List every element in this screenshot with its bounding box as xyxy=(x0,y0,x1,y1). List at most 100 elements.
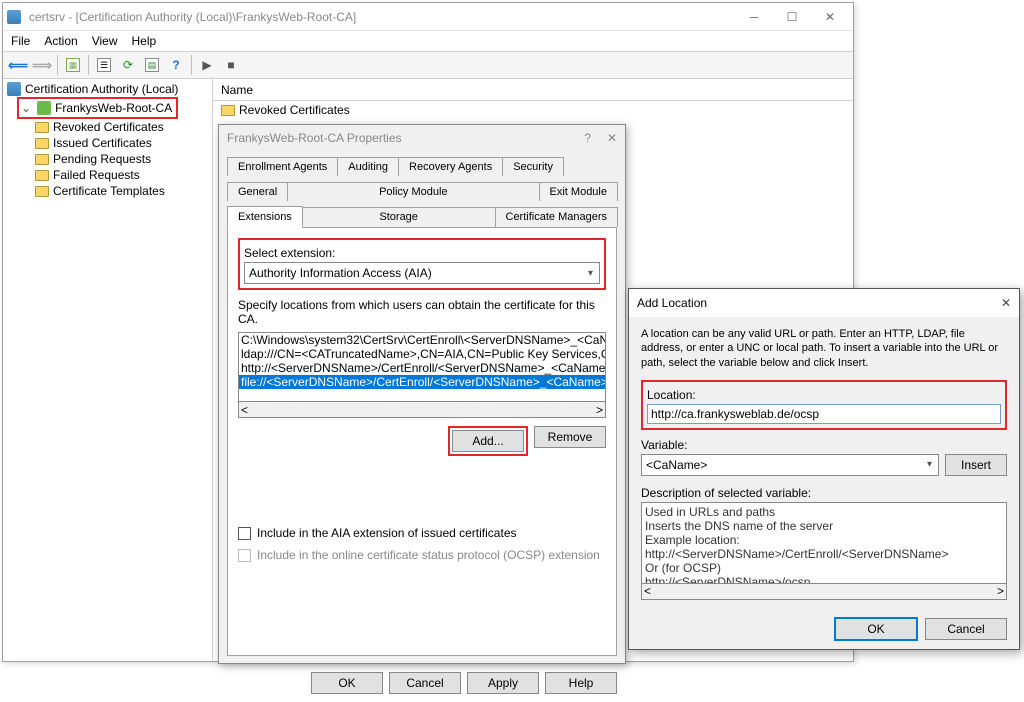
add-button-highlight: Add... xyxy=(448,426,528,456)
scroll-right-icon[interactable]: > xyxy=(997,584,1004,598)
tree-issued-label: Issued Certificates xyxy=(53,136,152,150)
insert-button[interactable]: Insert xyxy=(945,454,1007,476)
help-icon[interactable]: ? xyxy=(584,131,591,145)
refresh-icon[interactable]: ⟳ xyxy=(117,54,139,76)
include-ocsp-label: Include in the online certificate status… xyxy=(257,548,600,562)
extension-combo[interactable]: Authority Information Access (AIA) xyxy=(244,262,600,284)
ok-button[interactable]: OK xyxy=(835,618,917,640)
addloc-intro: A location can be any valid URL or path.… xyxy=(641,327,1007,370)
up-icon[interactable]: ▦ xyxy=(62,54,84,76)
forward-button[interactable]: ⟹ xyxy=(31,54,53,76)
cancel-button[interactable]: Cancel xyxy=(925,618,1007,640)
variable-combo[interactable]: <CaName> xyxy=(641,454,939,476)
scroll-right-icon[interactable]: > xyxy=(596,403,603,417)
folder-icon xyxy=(35,170,49,181)
cancel-button[interactable]: Cancel xyxy=(389,672,461,694)
tab-recovery[interactable]: Recovery Agents xyxy=(398,157,503,176)
play-icon[interactable]: ▶ xyxy=(196,54,218,76)
extension-combo-value: Authority Information Access (AIA) xyxy=(249,266,432,280)
location-item[interactable]: C:\Windows\system32\CertSrv\CertEnroll\<… xyxy=(239,333,605,347)
properties-title: FrankysWeb-Root-CA Properties xyxy=(227,131,584,145)
scroll-left-icon[interactable]: < xyxy=(241,403,248,417)
apply-button[interactable]: Apply xyxy=(467,672,539,694)
tree-templates[interactable]: Certificate Templates xyxy=(5,183,210,199)
description-scrollbar[interactable]: < > xyxy=(641,584,1007,600)
checkbox-icon[interactable] xyxy=(238,527,251,540)
ok-button[interactable]: OK xyxy=(311,672,383,694)
tree-revoked-label: Revoked Certificates xyxy=(53,120,164,134)
maximize-button[interactable]: ☐ xyxy=(773,5,811,29)
desc-line: Used in URLs and paths xyxy=(645,505,1003,519)
minimize-button[interactable]: ─ xyxy=(735,5,773,29)
properties-icon[interactable]: ☰ xyxy=(93,54,115,76)
tree-issued[interactable]: Issued Certificates xyxy=(5,135,210,151)
help-icon[interactable]: ? xyxy=(165,54,187,76)
tree-failed[interactable]: Failed Requests xyxy=(5,167,210,183)
folder-icon xyxy=(35,138,49,149)
app-icon xyxy=(7,10,21,24)
window-title: certsrv - [Certification Authority (Loca… xyxy=(25,10,735,24)
locations-scrollbar[interactable]: < > xyxy=(238,402,606,418)
ca-root-icon xyxy=(7,82,21,96)
select-extension-label: Select extension: xyxy=(244,246,600,260)
stop-icon[interactable]: ■ xyxy=(220,54,242,76)
location-item[interactable]: ldap:///CN=<CATruncatedName>,CN=AIA,CN=P… xyxy=(239,347,605,361)
include-aia-label: Include in the AIA extension of issued c… xyxy=(257,526,517,540)
location-highlight: Location: xyxy=(641,380,1007,430)
add-location-dialog: Add Location ✕ A location can be any val… xyxy=(628,288,1020,650)
desc-line: Inserts the DNS name of the server xyxy=(645,519,1003,533)
tree-pane: Certification Authority (Local) ⌄ Franky… xyxy=(3,79,213,661)
properties-titlebar: FrankysWeb-Root-CA Properties ? ✕ xyxy=(219,125,625,151)
location-item-selected[interactable]: file://<ServerDNSName>/CertEnroll/<Serve… xyxy=(239,375,605,389)
properties-buttons: OK Cancel Apply Help xyxy=(219,664,625,702)
tree-ca-label: FrankysWeb-Root-CA xyxy=(55,101,172,115)
titlebar: certsrv - [Certification Authority (Loca… xyxy=(3,3,853,31)
specify-locations-label: Specify locations from which users can o… xyxy=(238,298,606,326)
include-aia-checkbox-row[interactable]: Include in the AIA extension of issued c… xyxy=(238,526,606,540)
tree-pending[interactable]: Pending Requests xyxy=(5,151,210,167)
tree-root[interactable]: Certification Authority (Local) xyxy=(5,81,210,97)
tab-general[interactable]: General xyxy=(227,182,288,201)
export-icon[interactable]: ▤ xyxy=(141,54,163,76)
folder-icon xyxy=(35,186,49,197)
menu-help[interactable]: Help xyxy=(132,34,157,48)
tree-templates-label: Certificate Templates xyxy=(53,184,165,198)
tab-certmgr[interactable]: Certificate Managers xyxy=(495,207,619,227)
tab-exit[interactable]: Exit Module xyxy=(539,182,618,201)
extensions-tab-body: Select extension: Authority Information … xyxy=(227,228,617,656)
tab-storage[interactable]: Storage xyxy=(302,207,496,227)
menu-view[interactable]: View xyxy=(92,34,118,48)
tab-auditing[interactable]: Auditing xyxy=(337,157,399,176)
help-button[interactable]: Help xyxy=(545,672,617,694)
checkbox-icon xyxy=(238,549,251,562)
extension-select-highlight: Select extension: Authority Information … xyxy=(238,238,606,290)
description-box: Used in URLs and paths Inserts the DNS n… xyxy=(641,502,1007,584)
expand-icon[interactable]: ⌄ xyxy=(21,101,31,115)
folder-icon xyxy=(221,105,235,116)
menu-action[interactable]: Action xyxy=(44,34,77,48)
close-button[interactable]: ✕ xyxy=(811,5,849,29)
tab-extensions[interactable]: Extensions xyxy=(227,206,303,228)
list-item[interactable]: Revoked Certificates xyxy=(213,101,853,119)
tab-row-2: General Policy Module Exit Module xyxy=(227,180,617,201)
tree-revoked[interactable]: Revoked Certificates xyxy=(5,119,210,135)
folder-icon xyxy=(35,122,49,133)
scroll-left-icon[interactable]: < xyxy=(644,584,651,598)
back-button[interactable]: ⟸ xyxy=(7,54,29,76)
addloc-body: A location can be any valid URL or path.… xyxy=(629,317,1019,650)
remove-button[interactable]: Remove xyxy=(534,426,606,448)
add-button[interactable]: Add... xyxy=(452,430,524,452)
locations-listbox[interactable]: C:\Windows\system32\CertSrv\CertEnroll\<… xyxy=(238,332,606,402)
close-icon[interactable]: ✕ xyxy=(1001,296,1011,310)
location-input[interactable] xyxy=(647,404,1001,424)
tab-policy[interactable]: Policy Module xyxy=(287,182,539,201)
tab-security[interactable]: Security xyxy=(502,157,564,176)
menu-file[interactable]: File xyxy=(11,34,30,48)
tab-enrollment[interactable]: Enrollment Agents xyxy=(227,157,338,176)
tree-ca-highlight: ⌄ FrankysWeb-Root-CA xyxy=(17,97,178,119)
list-column-name[interactable]: Name xyxy=(213,79,853,101)
tab-row-1: Enrollment Agents Auditing Recovery Agen… xyxy=(227,155,617,176)
close-icon[interactable]: ✕ xyxy=(607,131,617,145)
location-item[interactable]: http://<ServerDNSName>/CertEnroll/<Serve… xyxy=(239,361,605,375)
tree-ca[interactable]: ⌄ FrankysWeb-Root-CA xyxy=(21,100,174,116)
